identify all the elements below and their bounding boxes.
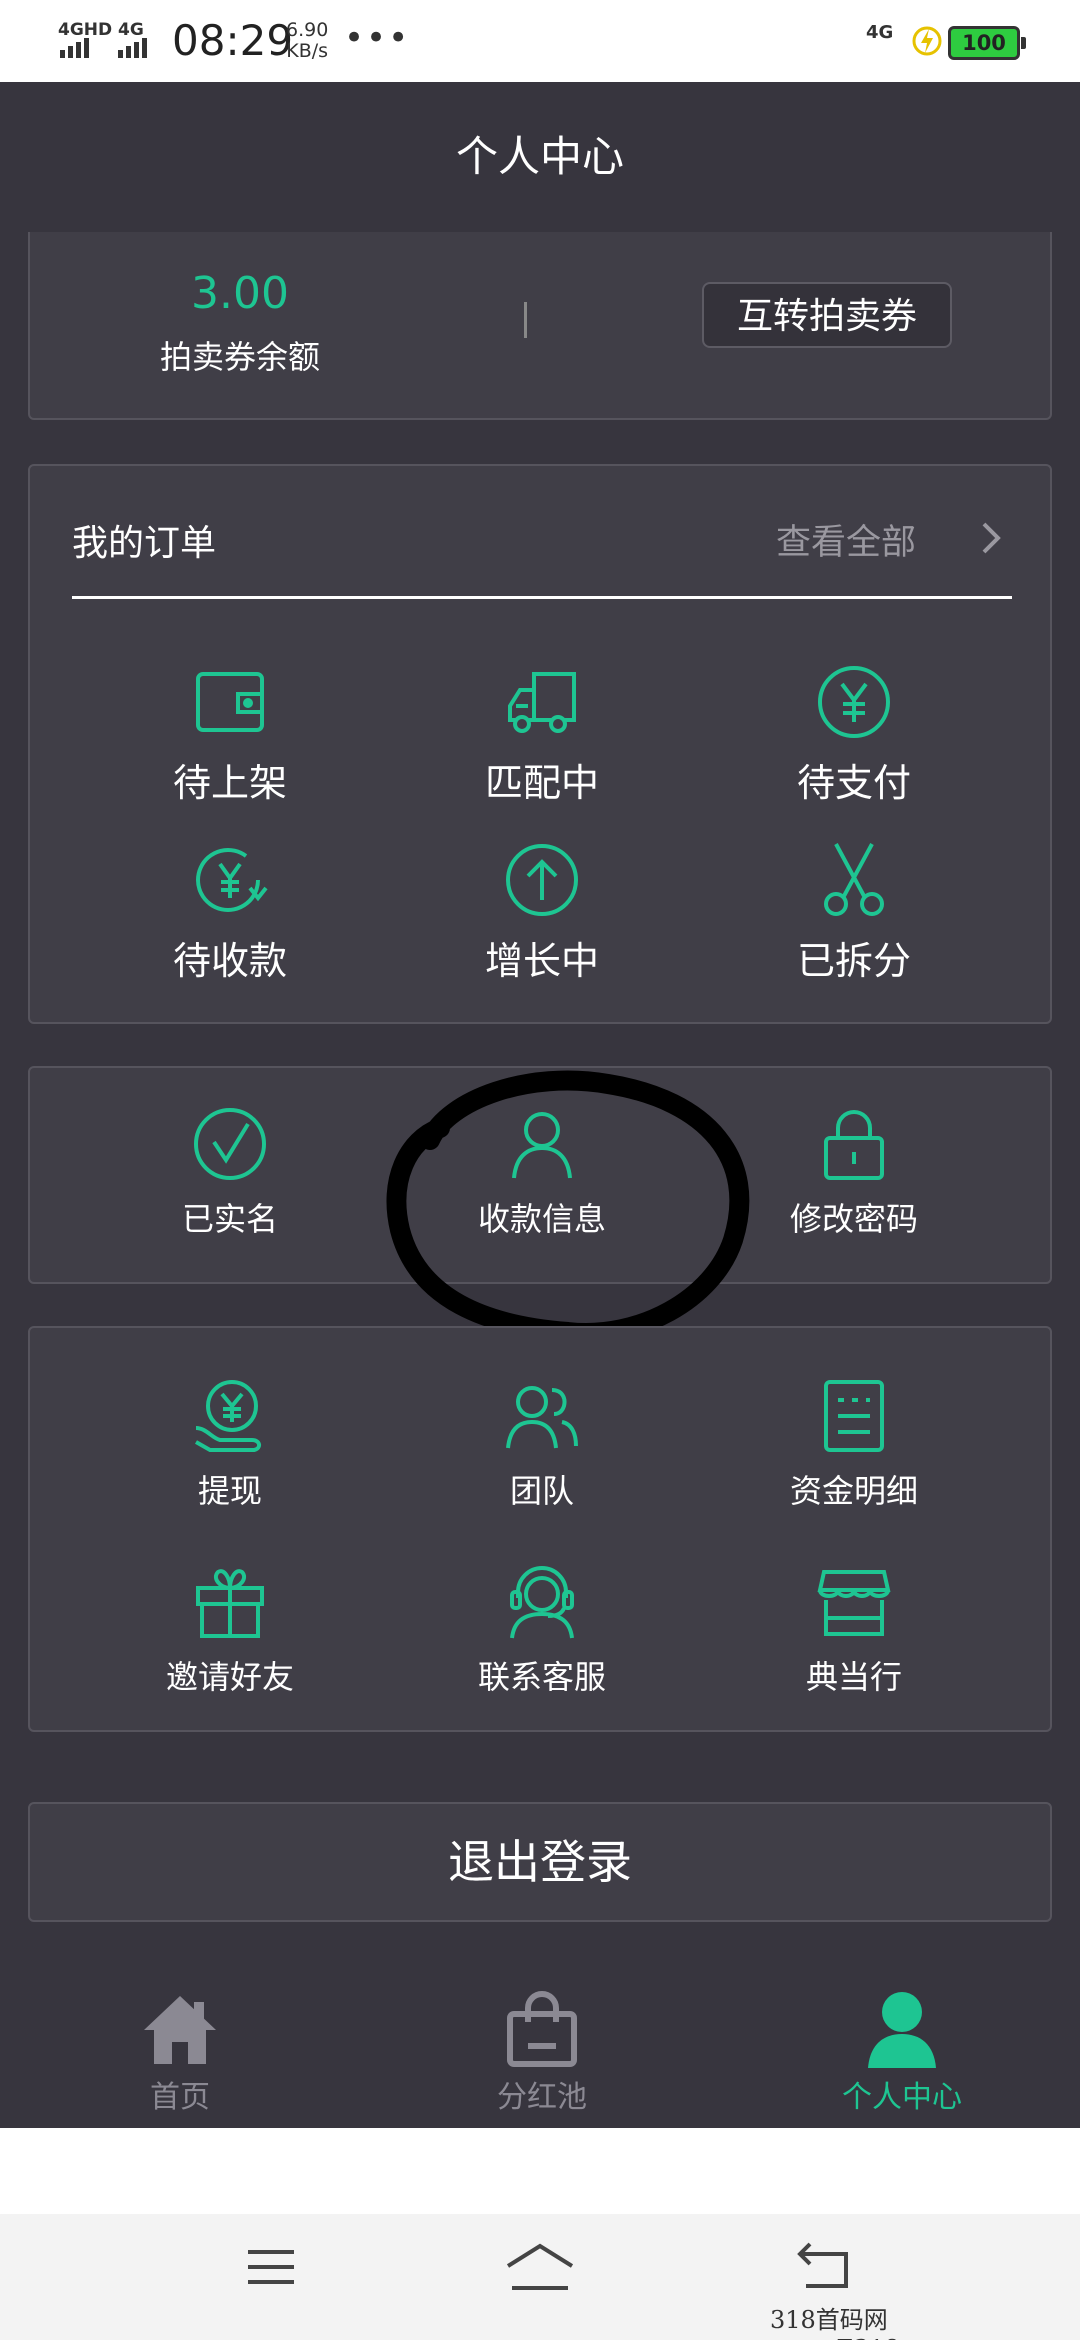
tile-label: 典当行 [805,1658,902,1696]
tile-label: 资金明细 [789,1472,918,1510]
tile-label: 匹配中 [484,761,599,805]
team-icon [506,1386,578,1449]
balance-value: 3.00 [191,268,289,319]
orders-divider [72,596,1012,599]
bag-icon [507,1991,577,2067]
home-icon [144,1996,216,2064]
tab-dividend-pool[interactable]: 分红池 [422,1990,662,2116]
tile-label: 增长中 [484,939,599,983]
signal-bars-1-icon [60,38,92,58]
truck-icon [508,672,576,733]
pawnshop-button[interactable]: 典当行 [704,1562,1004,1698]
invite-friends-button[interactable]: 邀请好友 [80,1562,380,1698]
yen-circle-icon [818,666,890,738]
person-icon [868,1992,936,2068]
status-bar: 4GHD 4G 08:29 6.90 KB/s ••• 4G 100 [0,0,1080,82]
tile-label: 联系客服 [477,1658,606,1696]
contact-support-button[interactable]: 联系客服 [392,1562,692,1698]
app-screen: 4GHD 4G 08:29 6.90 KB/s ••• 4G 100 个人中心 … [0,0,1080,2340]
store-icon [817,1570,891,1636]
clock: 08:29 [172,16,294,65]
charging-bolt-icon [912,26,942,56]
network-type-2: 4G [118,20,144,40]
balance-label: 拍卖券余额 [159,338,320,376]
tab-personal-center[interactable]: 个人中心 [782,1990,1022,2116]
tab-label: 分红池 [497,2080,587,2115]
network-speed: 6.90 KB/s [286,20,328,62]
battery-icon: 100 [948,26,1026,60]
network-speed-value: 6.90 [286,19,329,41]
balance-card: 3.00 拍卖券余额 互转拍卖券 [28,232,1052,420]
order-status-split[interactable]: 已拆分 [704,840,1004,985]
yen-refresh-icon [196,848,268,912]
annotation-circle-icon [386,1070,750,1343]
services-card: 提现 团队 资金明细 邀请好友 联系客服 典当行 [28,1326,1052,1732]
menu-icon[interactable] [246,2242,296,2292]
page-title: 个人中心 [455,132,624,181]
order-status-matching[interactable]: 匹配中 [392,662,692,807]
wallet-icon [196,672,264,732]
arrow-up-circle-icon [506,844,578,916]
watermark: 318首码网 www.E318.com [770,2306,958,2340]
gift-icon [196,1569,264,1638]
tile-label: 已实名 [181,1200,278,1238]
account-card: 已实名 收款信息 修改密码 [28,1066,1052,1343]
battery-level: 100 [962,31,1006,55]
more-notifications-icon: ••• [344,18,411,58]
lock-icon [824,1110,884,1180]
network-type-3: 4G [866,22,894,43]
tile-label: 待收款 [172,939,287,983]
team-button[interactable]: 团队 [392,1376,692,1512]
order-status-pending-payment[interactable]: 待支付 [704,662,1004,807]
logout-button[interactable]: 退出登录 [28,1802,1052,1922]
bottom-tab-bar: 首页 分红池 个人中心 [0,1980,1080,2128]
chevron-right-icon[interactable] [978,518,1004,558]
tab-label: 首页 [150,2080,210,2115]
tile-label: 待支付 [796,761,911,805]
withdraw-icon [195,1380,261,1452]
order-status-pending-listing[interactable]: 待上架 [80,662,380,807]
tab-label: 个人中心 [842,2080,962,2115]
home-nav-icon[interactable] [504,2242,576,2292]
tile-label: 团队 [509,1472,574,1510]
divider [524,302,527,338]
signal-bars-2-icon [118,38,150,58]
network-speed-unit: KB/s [286,40,329,62]
tab-home[interactable]: 首页 [60,1990,300,2116]
orders-card: 我的订单 查看全部 待上架 匹配中 待支付 待收款 增长中 已拆分 [28,464,1052,1024]
tile-label: 已拆分 [796,939,911,983]
headset-icon [510,1566,574,1639]
orders-title: 我的订单 [72,523,217,564]
network-type-1: 4GHD [58,20,113,40]
ledger-icon [824,1380,884,1452]
personal-center-page: 个人中心 3.00 拍卖券余额 互转拍卖券 我的订单 查看全部 待上架 匹配中 … [0,82,1080,2128]
transfer-coupon-button[interactable]: 互转拍卖券 [702,282,952,348]
fund-details-button[interactable]: 资金明细 [704,1376,1004,1512]
order-status-pending-receipt[interactable]: 待收款 [80,840,380,985]
order-status-growing[interactable]: 增长中 [392,840,692,985]
back-icon[interactable] [796,2242,852,2292]
tile-label: 提现 [197,1472,262,1510]
real-name-verified-button[interactable]: 已实名 [80,1104,380,1240]
view-all-orders-link[interactable]: 查看全部 [776,514,916,565]
tile-label: 邀请好友 [165,1658,294,1696]
tile-label: 待上架 [172,761,287,805]
withdraw-button[interactable]: 提现 [80,1376,380,1512]
verified-check-icon [194,1108,266,1180]
scissors-icon [824,843,884,916]
